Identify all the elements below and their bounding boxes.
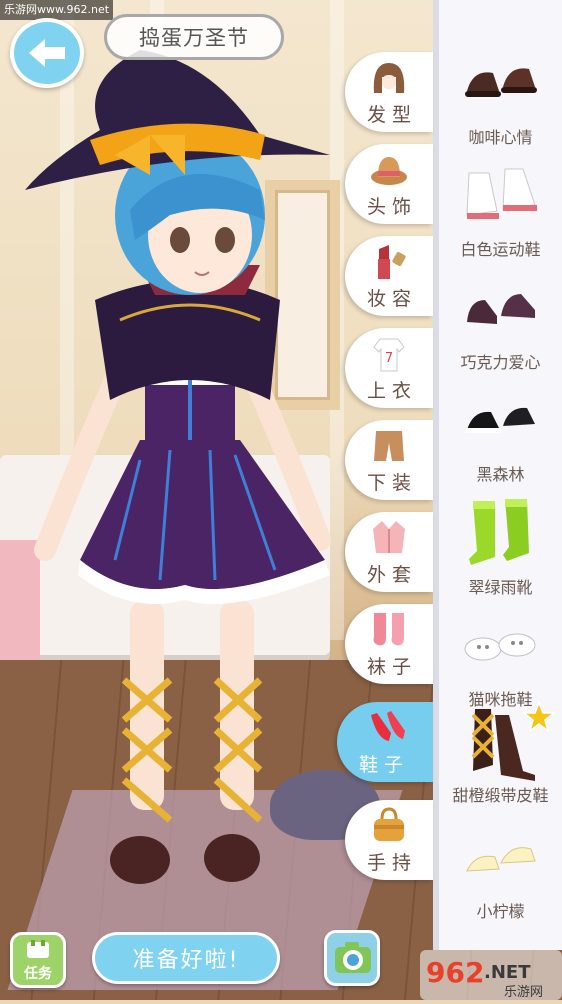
item-label: 白色运动鞋 [460,240,541,259]
cat-slippers-icon [459,608,543,682]
shorts-icon [369,426,409,466]
item-coffee-mood[interactable]: 咖啡心情 [439,38,562,151]
back-arrow-icon [29,39,65,67]
character-avatar [25,50,331,884]
event-title: 捣蛋万圣节 [104,14,284,60]
item-green-rain-boots[interactable]: 翠绿雨靴 [439,488,562,601]
item-little-lemon[interactable]: 小柠檬 [439,812,562,925]
tab-top[interactable]: 7 上衣 [345,328,433,408]
green-boots-icon [459,496,543,570]
item-white-sneakers[interactable]: 白色运动鞋 [439,150,562,263]
item-label: 甜橙缎带皮鞋 [452,786,549,805]
camera-button[interactable] [324,930,380,986]
brown-shoes-icon [459,46,543,120]
item-orange-ribbon-shoes[interactable]: 甜橙缎带皮鞋 [439,700,562,813]
watermark-logo-suffix: .NET [484,962,531,983]
black-shoes-icon [459,383,543,457]
coat-icon [369,518,409,558]
watermark-logo: 962 .NET 乐游网 [420,950,562,1000]
hat-icon [369,150,409,190]
tab-hairstyle[interactable]: 发型 [345,52,433,132]
back-button[interactable] [10,18,84,88]
heels-icon [367,708,407,748]
tab-handheld[interactable]: 手持 [345,800,433,880]
white-sneakers-icon [459,158,543,232]
favorite-star-icon [523,702,555,732]
handbag-icon [369,806,409,846]
lemon-flats-icon [459,820,543,894]
lipstick-icon [369,242,409,282]
clipboard-icon [27,940,49,958]
tab-makeup[interactable]: 妆容 [345,236,433,316]
item-label: 咖啡心情 [468,128,533,147]
socks-icon [369,610,409,650]
item-label: 巧克力爱心 [460,353,541,372]
watermark-logo-sub: 乐游网 [504,985,543,1000]
item-cat-slippers[interactable]: 猫咪拖鞋 [439,600,562,713]
hair-icon [369,58,409,98]
task-label: 任务 [24,966,52,982]
item-list-panel[interactable]: 咖啡心情 白色运动鞋 巧克力爱心 黑森林 翠绿雨靴 猫咪拖鞋 甜橙缎带皮鞋 小柠… [433,0,562,950]
shirt-icon: 7 [369,334,409,374]
tab-bottoms[interactable]: 下装 [345,420,433,500]
watermark-logo-main: 962 [426,956,484,989]
watermark-text: 乐游网www.962.net [0,0,114,20]
tab-headwear[interactable]: 头饰 [345,144,433,224]
svg-text:7: 7 [385,351,393,366]
camera-icon [335,942,371,973]
item-label: 翠绿雨靴 [468,578,533,597]
item-label: 黑森林 [476,465,525,484]
item-chocolate-heart[interactable]: 巧克力爱心 [439,263,562,376]
task-button[interactable]: 任务 [10,932,66,988]
tab-socks[interactable]: 袜子 [345,604,433,684]
tab-coat[interactable]: 外套 [345,512,433,592]
item-label: 小柠檬 [476,902,525,921]
item-black-forest[interactable]: 黑森林 [439,375,562,488]
ready-button[interactable]: 准备好啦! [92,932,280,984]
tab-shoes[interactable]: 鞋子 [337,702,433,782]
chocolate-loafers-icon [459,271,543,345]
